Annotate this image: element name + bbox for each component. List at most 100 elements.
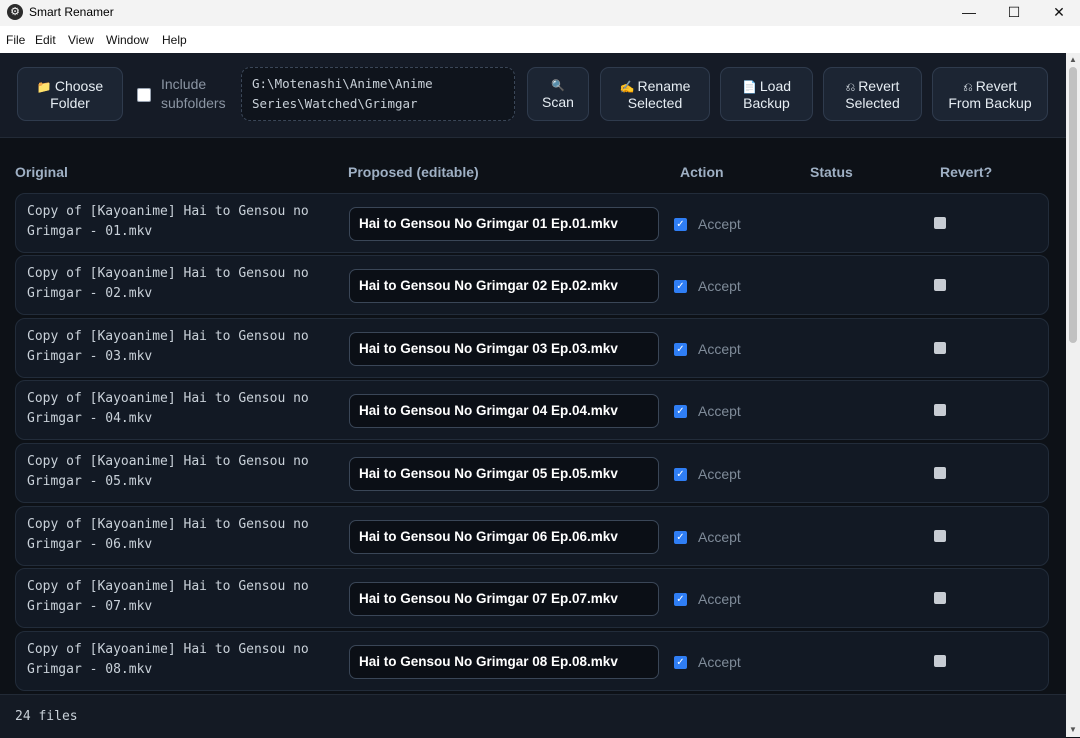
include-subfolders-label-2: subfolders — [161, 95, 226, 111]
original-filename: Copy of [Kayoanime] Hai to Gensou no Grim… — [27, 327, 327, 367]
include-subfolders-label-1: Include — [161, 76, 207, 92]
close-button[interactable]: ✕ — [1036, 0, 1080, 26]
original-filename: Copy of [Kayoanime] Hai to Gensou no Grim… — [27, 264, 327, 304]
accept-checkbox[interactable]: ✓ — [674, 531, 687, 544]
document-icon: 📄 — [741, 79, 757, 94]
original-filename: Copy of [Kayoanime] Hai to Gensou no Grim… — [27, 452, 327, 492]
accept-label: Accept — [698, 278, 741, 294]
app-logo-icon: ⚙ — [7, 4, 23, 20]
table-row: Copy of [Kayoanime] Hai to Gensou no Grim… — [15, 568, 1049, 628]
app-content: 📁 Choose Folder Include subfolders G:\Mot… — [0, 53, 1080, 738]
original-filename-line-1: Copy of [Kayoanime] Hai to Gensou no — [27, 517, 309, 532]
scan-label: Scan — [542, 94, 574, 110]
original-filename-line-2: Grimgar - 06.mkv — [27, 537, 153, 552]
proposed-name-input[interactable]: Hai to Gensou No Grimgar 08 Ep.08.mkv — [349, 645, 659, 679]
table-row: Copy of [Kayoanime] Hai to Gensou no Grim… — [15, 318, 1049, 378]
original-filename-line-2: Grimgar - 02.mkv — [27, 286, 153, 301]
revert-checkbox[interactable] — [934, 467, 946, 479]
revert-selected-button[interactable]: ⎌ Revert Selected — [823, 67, 922, 121]
revert-selected-label-2: Selected — [845, 94, 900, 111]
writing-hand-icon: ✍ — [619, 79, 635, 94]
menu-file[interactable]: File — [6, 33, 25, 47]
include-subfolders-checkbox[interactable] — [137, 88, 151, 102]
accept-label: Accept — [698, 591, 741, 607]
accept-label: Accept — [698, 403, 741, 419]
maximize-button[interactable]: ☐ — [991, 0, 1037, 26]
menu-help[interactable]: Help — [162, 33, 187, 47]
revert-from-backup-button[interactable]: ⎌ Revert From Backup — [932, 67, 1048, 121]
folder-path-field[interactable]: G:\Motenashi\Anime\Anime Series\Watched\… — [241, 67, 515, 121]
revert-from-backup-label-2: From Backup — [948, 94, 1032, 111]
toolbar: 📁 Choose Folder Include subfolders G:\Mot… — [0, 53, 1066, 138]
column-header-action: Action — [680, 164, 724, 180]
proposed-name-input[interactable]: Hai to Gensou No Grimgar 06 Ep.06.mkv — [349, 520, 659, 554]
original-filename: Copy of [Kayoanime] Hai to Gensou no Grim… — [27, 577, 327, 617]
accept-label: Accept — [698, 216, 741, 232]
accept-label: Accept — [698, 654, 741, 670]
menu-window[interactable]: Window — [106, 33, 149, 47]
accept-checkbox[interactable]: ✓ — [674, 468, 687, 481]
accept-label: Accept — [698, 529, 741, 545]
scroll-down-icon[interactable]: ▼ — [1069, 725, 1077, 734]
column-header-original: Original — [15, 164, 68, 180]
choose-folder-label-1: Choose — [54, 77, 104, 94]
proposed-name-input[interactable]: Hai to Gensou No Grimgar 01 Ep.01.mkv — [349, 207, 659, 241]
original-filename: Copy of [Kayoanime] Hai to Gensou no Grim… — [27, 202, 327, 242]
revert-icon: ⎌ — [845, 79, 856, 94]
menu-bar: File Edit View Window Help — [0, 26, 1080, 53]
accept-checkbox[interactable]: ✓ — [674, 405, 687, 418]
search-icon: 🔍 — [551, 80, 565, 92]
revert-icon: ⎌ — [963, 79, 973, 94]
original-filename-line-2: Grimgar - 03.mkv — [27, 349, 153, 364]
revert-checkbox[interactable] — [934, 279, 946, 291]
table-row: Copy of [Kayoanime] Hai to Gensou no Grim… — [15, 631, 1049, 691]
accept-checkbox[interactable]: ✓ — [674, 656, 687, 669]
proposed-name-input[interactable]: Hai to Gensou No Grimgar 02 Ep.02.mkv — [349, 269, 659, 303]
revert-checkbox[interactable] — [934, 655, 946, 667]
scan-button[interactable]: 🔍 Scan — [527, 67, 589, 121]
rename-selected-button[interactable]: ✍ Rename Selected — [600, 67, 710, 121]
minimize-button[interactable]: — — [946, 0, 992, 26]
accept-checkbox[interactable]: ✓ — [674, 218, 687, 231]
choose-folder-button[interactable]: 📁 Choose Folder — [17, 67, 123, 121]
original-filename-line-1: Copy of [Kayoanime] Hai to Gensou no — [27, 266, 309, 281]
vertical-scrollbar[interactable]: ▲ ▼ — [1066, 53, 1080, 737]
original-filename-line-2: Grimgar - 05.mkv — [27, 474, 153, 489]
folder-path-line-2: Series\Watched\Grimgar — [252, 96, 418, 111]
accept-label: Accept — [698, 466, 741, 482]
menu-edit[interactable]: Edit — [35, 33, 56, 47]
accept-checkbox[interactable]: ✓ — [674, 593, 687, 606]
column-header-revert: Revert? — [940, 164, 993, 180]
scrollbar-thumb[interactable] — [1069, 67, 1077, 343]
load-backup-button[interactable]: 📄 Load Backup — [720, 67, 813, 121]
original-filename-line-1: Copy of [Kayoanime] Hai to Gensou no — [27, 579, 309, 594]
title-bar: ⚙ Smart Renamer — ☐ ✕ — [0, 0, 1080, 26]
table-row: Copy of [Kayoanime] Hai to Gensou no Grim… — [15, 255, 1049, 315]
rename-selected-label-2: Selected — [627, 94, 683, 111]
revert-checkbox[interactable] — [934, 592, 946, 604]
proposed-name-input[interactable]: Hai to Gensou No Grimgar 04 Ep.04.mkv — [349, 394, 659, 428]
accept-label: Accept — [698, 341, 741, 357]
column-header-status: Status — [810, 164, 853, 180]
revert-checkbox[interactable] — [934, 217, 946, 229]
proposed-name-input[interactable]: Hai to Gensou No Grimgar 03 Ep.03.mkv — [349, 332, 659, 366]
menu-view[interactable]: View — [68, 33, 94, 47]
original-filename: Copy of [Kayoanime] Hai to Gensou no Grim… — [27, 515, 327, 555]
revert-checkbox[interactable] — [934, 404, 946, 416]
rename-selected-label-1: Rename — [637, 77, 691, 94]
revert-checkbox[interactable] — [934, 342, 946, 354]
folder-icon: 📁 — [36, 79, 52, 94]
scroll-up-icon[interactable]: ▲ — [1069, 55, 1077, 64]
accept-checkbox[interactable]: ✓ — [674, 280, 687, 293]
proposed-name-input[interactable]: Hai to Gensou No Grimgar 07 Ep.07.mkv — [349, 582, 659, 616]
table-row: Copy of [Kayoanime] Hai to Gensou no Grim… — [15, 380, 1049, 440]
revert-checkbox[interactable] — [934, 530, 946, 542]
table-row: Copy of [Kayoanime] Hai to Gensou no Grim… — [15, 443, 1049, 503]
load-backup-label-2: Backup — [743, 94, 790, 111]
original-filename-line-1: Copy of [Kayoanime] Hai to Gensou no — [27, 329, 309, 344]
include-subfolders-label: Include subfolders — [161, 75, 231, 113]
original-filename-line-2: Grimgar - 08.mkv — [27, 662, 153, 677]
proposed-name-input[interactable]: Hai to Gensou No Grimgar 05 Ep.05.mkv — [349, 457, 659, 491]
accept-checkbox[interactable]: ✓ — [674, 343, 687, 356]
column-header-proposed: Proposed (editable) — [348, 164, 479, 180]
